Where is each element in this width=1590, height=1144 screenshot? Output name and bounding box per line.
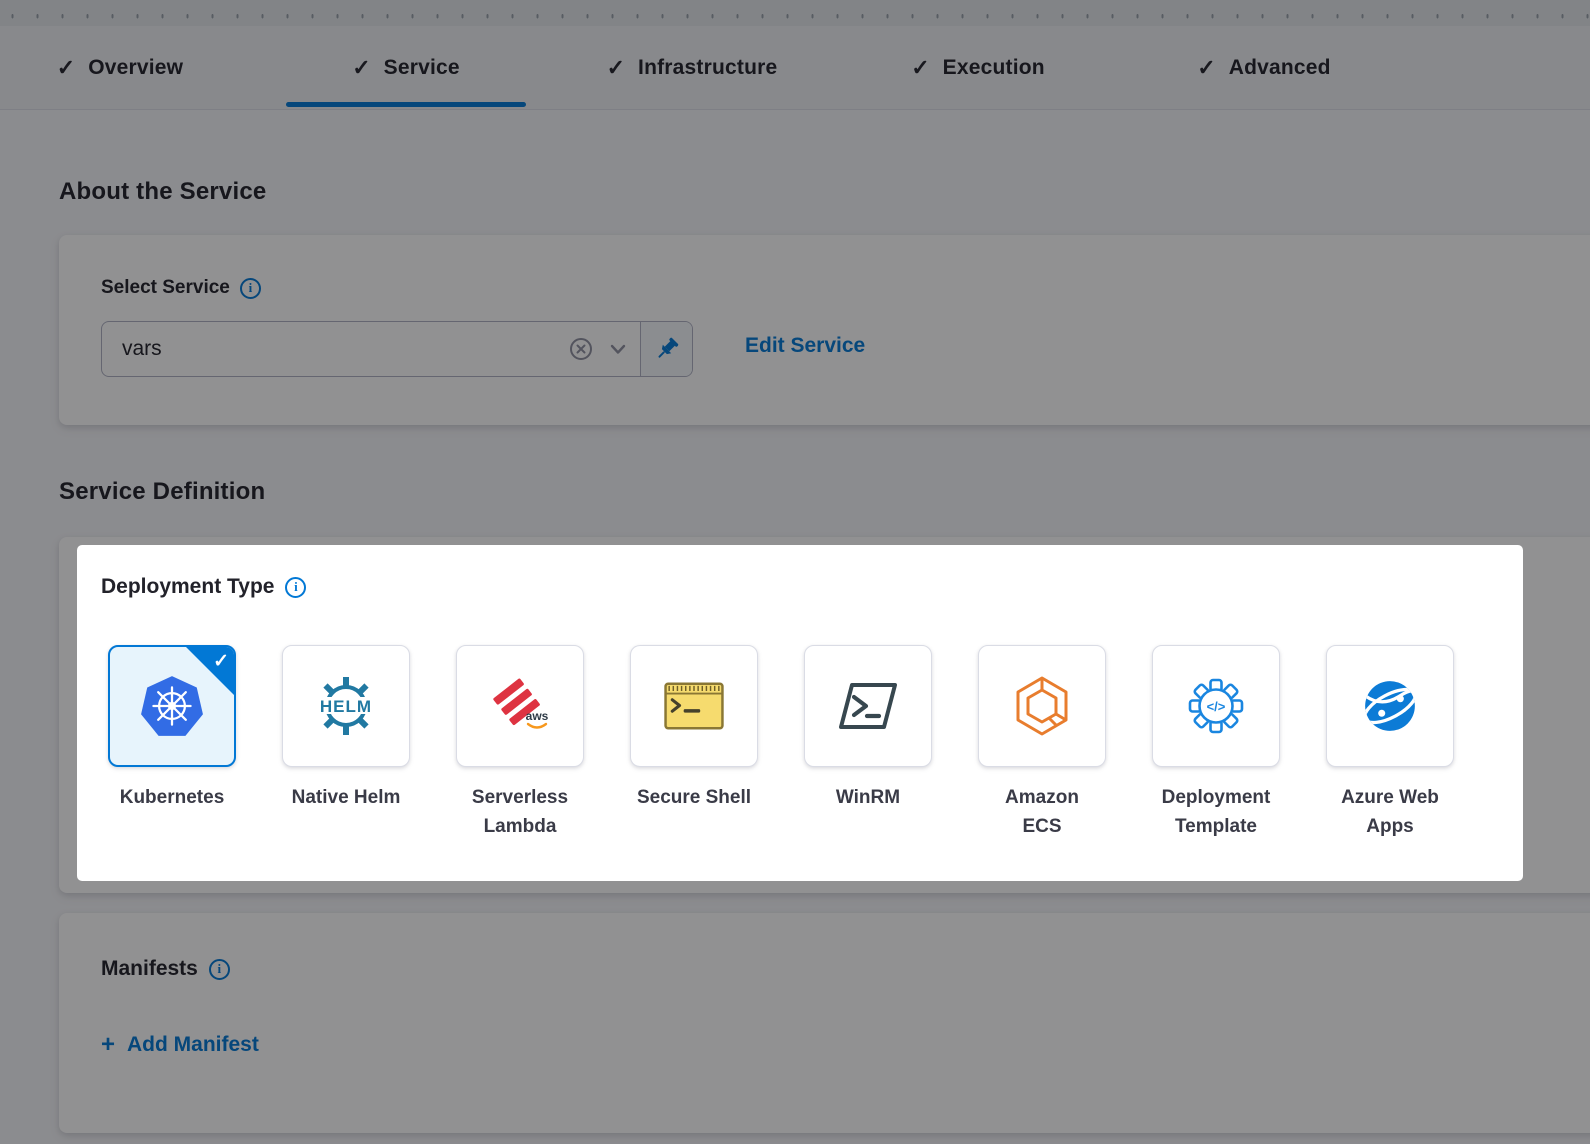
service-definition-heading: Service Definition	[59, 478, 265, 506]
deployment-option-winrm-col: WinRM	[781, 645, 955, 841]
deployment-type-label-text: Deployment Type	[101, 575, 274, 599]
deployment-option-secure-shell[interactable]	[630, 645, 758, 767]
tab-infrastructure[interactable]: Infrastructure	[572, 26, 812, 109]
manifests-card: Manifests Add Manifest	[59, 913, 1590, 1133]
deployment-template-icon: </>	[1184, 674, 1248, 738]
manifests-heading-text: Manifests	[101, 957, 198, 981]
serverless-lambda-icon: aws	[488, 674, 552, 738]
clear-icon[interactable]	[568, 336, 594, 362]
tile-label-azure-web-apps: Azure WebApps	[1341, 783, 1439, 841]
pipeline-canvas-strip	[0, 0, 1590, 26]
tab-label: Overview	[88, 56, 183, 80]
service-definition-card: Deployment Type Kube	[59, 537, 1590, 893]
deployment-option-serverless-lambda[interactable]: aws	[456, 645, 584, 767]
tile-label-winrm: WinRM	[836, 783, 900, 812]
tab-execution[interactable]: Execution	[858, 26, 1098, 109]
amazon-ecs-icon	[1012, 674, 1072, 738]
tile-label-secure-shell: Secure Shell	[637, 783, 751, 812]
tab-label: Service	[384, 56, 460, 80]
azure-web-apps-icon	[1361, 677, 1419, 735]
service-select-value: vars	[122, 337, 552, 361]
tile-label-kubernetes: Kubernetes	[120, 783, 225, 812]
deployment-option-serverless-lambda-col: aws ServerlessLambda	[433, 645, 607, 841]
checkmark-icon	[911, 57, 929, 79]
select-service-label: Select Service	[101, 277, 261, 299]
deployment-option-azure-web-apps-col: Azure WebApps	[1303, 645, 1477, 841]
deployment-option-azure-web-apps[interactable]	[1326, 645, 1454, 767]
deployment-option-native-helm-col: HELM Native Helm	[259, 645, 433, 841]
stage-tabbar: Overview Service Infrastructure Executio…	[0, 26, 1590, 110]
pin-button[interactable]	[640, 322, 692, 376]
tile-label-serverless-lambda: ServerlessLambda	[472, 783, 568, 841]
tab-label: Advanced	[1229, 56, 1331, 80]
tab-label: Infrastructure	[638, 56, 777, 80]
deployment-option-deployment-template[interactable]: </>	[1152, 645, 1280, 767]
tile-label-amazon-ecs: AmazonECS	[1005, 783, 1079, 841]
info-icon[interactable]	[240, 278, 261, 299]
deployment-option-native-helm[interactable]: HELM	[282, 645, 410, 767]
manifests-heading: Manifests	[101, 957, 230, 981]
info-icon[interactable]	[285, 577, 306, 598]
deployment-option-winrm[interactable]	[804, 645, 932, 767]
checkmark-icon	[607, 57, 625, 79]
tab-service[interactable]: Service	[286, 26, 526, 109]
checkmark-icon	[352, 57, 370, 79]
tab-advanced[interactable]: Advanced	[1144, 26, 1384, 109]
deployment-option-kubernetes[interactable]	[108, 645, 236, 767]
checkmark-icon	[213, 650, 229, 673]
deployment-option-secure-shell-col: Secure Shell	[607, 645, 781, 841]
about-service-heading: About the Service	[59, 178, 266, 206]
selected-corner-badge	[186, 647, 234, 695]
pushpin-icon	[653, 335, 681, 363]
deployment-type-tiles: Kubernetes HELM Native Helm	[85, 645, 1477, 841]
checkmark-icon	[1197, 57, 1215, 79]
svg-text:HELM: HELM	[320, 697, 372, 716]
info-icon[interactable]	[209, 959, 230, 980]
tab-label: Execution	[943, 56, 1045, 80]
select-service-label-text: Select Service	[101, 277, 230, 299]
service-select-input[interactable]: vars	[102, 322, 640, 376]
winrm-icon	[837, 680, 899, 732]
edit-service-link[interactable]: Edit Service	[745, 334, 865, 358]
tile-label-deployment-template: DeploymentTemplate	[1162, 783, 1271, 841]
deployment-type-label: Deployment Type	[101, 575, 306, 599]
secure-shell-icon	[664, 682, 724, 730]
checkmark-icon	[57, 57, 75, 79]
service-select-group: vars	[101, 321, 693, 377]
tile-label-native-helm: Native Helm	[292, 783, 401, 812]
add-manifest-button[interactable]: Add Manifest	[101, 1033, 259, 1057]
chevron-down-icon[interactable]	[610, 344, 626, 355]
about-service-card: Select Service vars Edit Service	[59, 235, 1590, 425]
plus-icon	[101, 1033, 115, 1057]
deployment-option-deployment-template-col: </> DeploymentTemplate	[1129, 645, 1303, 841]
svg-text:aws: aws	[526, 709, 549, 723]
add-manifest-label: Add Manifest	[127, 1033, 259, 1057]
helm-icon: HELM	[311, 671, 381, 741]
svg-text:</>: </>	[1207, 699, 1226, 714]
tab-overview[interactable]: Overview	[0, 26, 240, 109]
deployment-option-amazon-ecs[interactable]	[978, 645, 1106, 767]
deployment-option-amazon-ecs-col: AmazonECS	[955, 645, 1129, 841]
deployment-option-kubernetes-col: Kubernetes	[85, 645, 259, 841]
